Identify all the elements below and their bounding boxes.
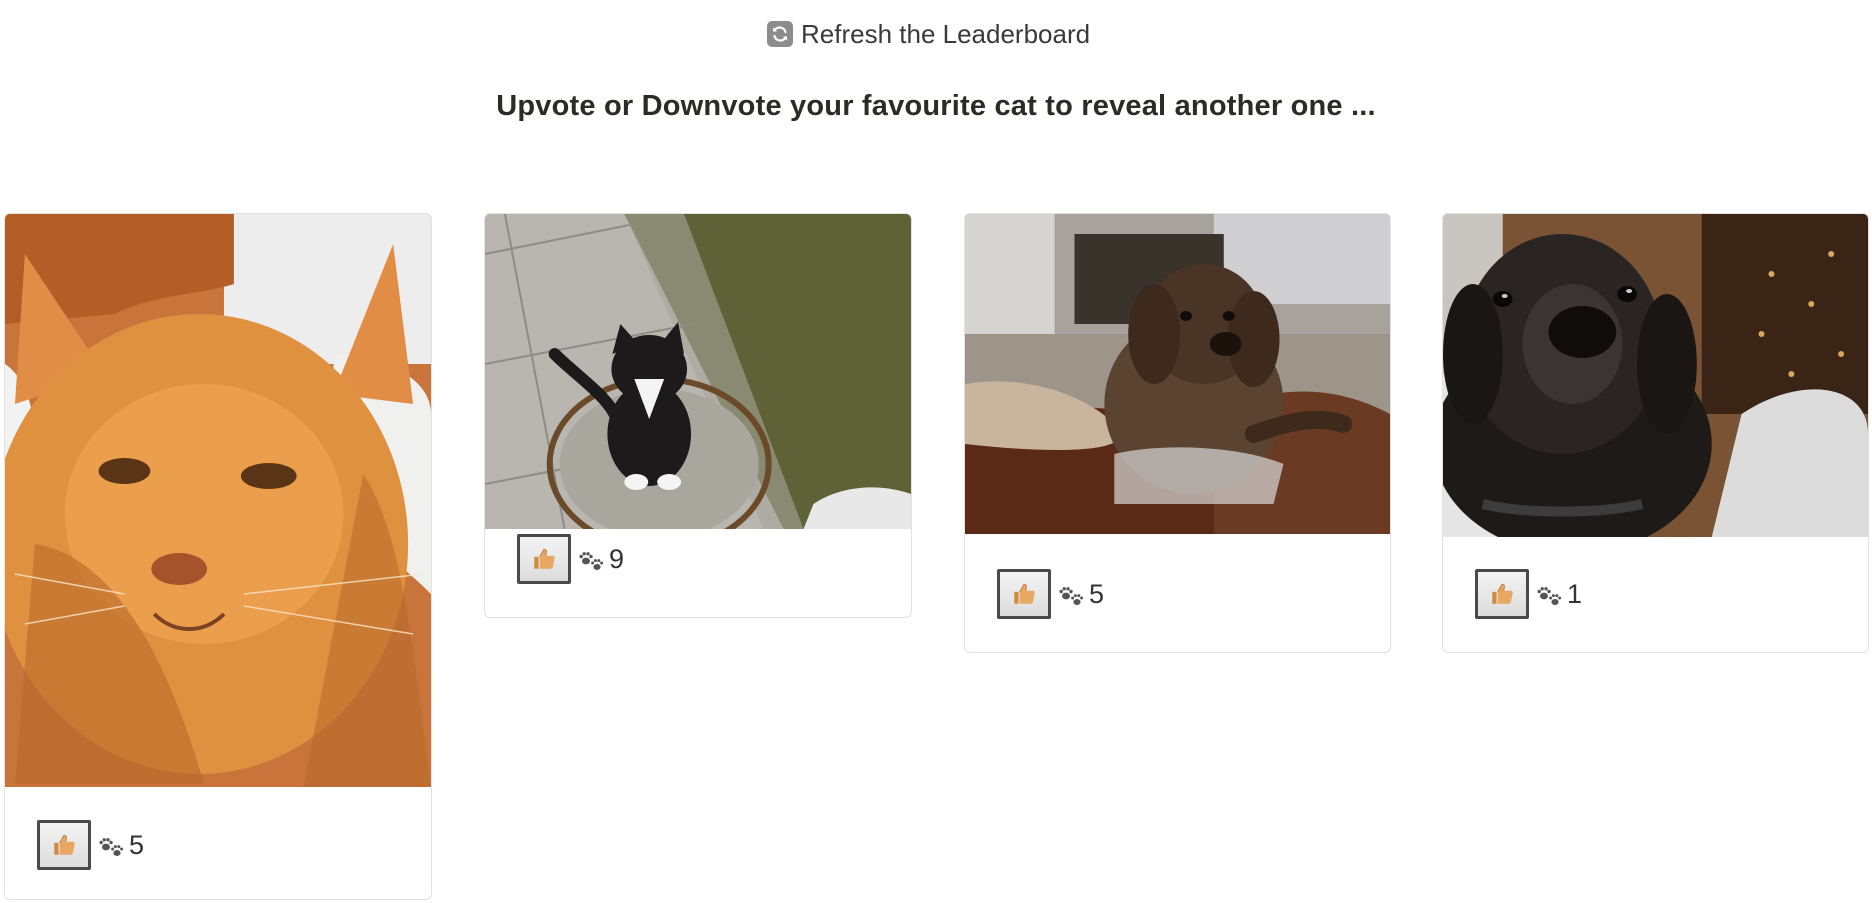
thumbs-up-icon — [531, 546, 557, 572]
tuxedo-cat-photo — [485, 214, 911, 529]
pet-card: 9 — [484, 213, 912, 618]
upvote-button[interactable] — [1475, 569, 1529, 619]
paw-prints-icon — [97, 832, 125, 858]
vote-row: 5 — [37, 820, 144, 870]
upvote-button[interactable] — [997, 569, 1051, 619]
vote-count: 5 — [1089, 578, 1105, 609]
paw-prints-icon — [1535, 581, 1563, 607]
vote-row: 5 — [997, 569, 1104, 619]
vote-count: 1 — [1567, 578, 1583, 609]
vote-count: 5 — [129, 829, 145, 860]
vote-row: 9 — [517, 534, 624, 584]
shaggy-dog-photo — [965, 214, 1390, 534]
pet-card: 5 — [964, 213, 1391, 653]
pet-card: 1 — [1442, 213, 1869, 653]
page-heading: Upvote or Downvote your favourite cat to… — [496, 90, 1376, 122]
thumbs-up-icon — [51, 832, 77, 858]
refresh-icon — [767, 21, 793, 47]
upvote-button[interactable] — [517, 534, 571, 584]
ginger-cat-photo — [5, 214, 431, 787]
paw-prints-icon — [1057, 581, 1085, 607]
refresh-leaderboard-link[interactable]: Refresh the Leaderboard — [767, 14, 1090, 54]
vote-count: 9 — [609, 543, 625, 574]
vote-row: 1 — [1475, 569, 1582, 619]
upvote-button[interactable] — [37, 820, 91, 870]
thumbs-up-icon — [1011, 581, 1037, 607]
refresh-label: Refresh the Leaderboard — [801, 18, 1091, 49]
black-labrador-photo — [1443, 214, 1868, 537]
thumbs-up-icon — [1489, 581, 1515, 607]
pet-card: 5 — [4, 213, 432, 900]
paw-prints-icon — [577, 546, 605, 572]
